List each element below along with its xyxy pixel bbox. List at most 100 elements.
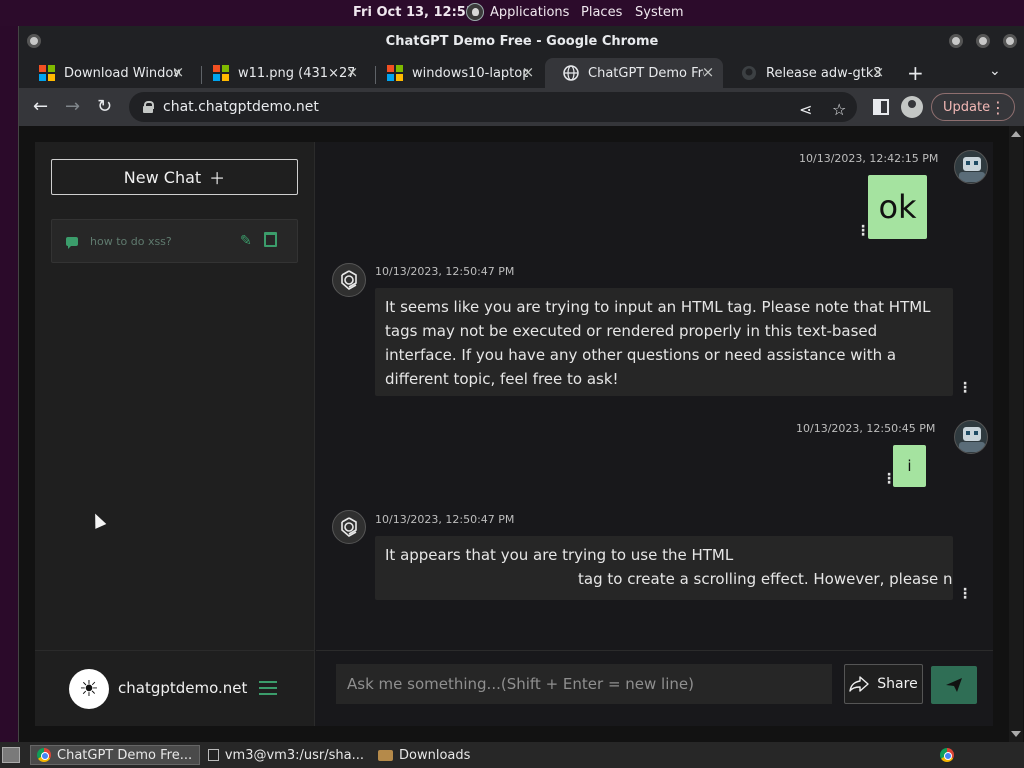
lock-icon[interactable]: [143, 101, 154, 113]
taskbar-item-downloads[interactable]: Downloads: [372, 745, 482, 765]
hamburger-menu-icon[interactable]: [259, 681, 277, 695]
message-menu-icon[interactable]: ⋮: [856, 224, 870, 238]
tab-title: windows10-laptop: [412, 65, 528, 81]
tab-title: ChatGPT Demo Fre: [588, 65, 704, 81]
window-title: ChatGPT Demo Free - Google Chrome: [385, 33, 659, 49]
message-menu-icon[interactable]: ⋮: [958, 587, 972, 601]
close-tab-icon[interactable]: ×: [171, 65, 185, 80]
terminal-icon: [208, 749, 219, 761]
close-tab-icon[interactable]: ×: [871, 65, 885, 80]
chat-app: New Chat ＋ how to do xss? ✎ ☀ chatgptdem…: [35, 142, 993, 726]
browser-window: ChatGPT Demo Free - Google Chrome Downlo…: [18, 26, 1024, 742]
gnome-foot-icon: [466, 3, 484, 21]
share-label: Share: [877, 676, 918, 692]
assistant-message-text-line1: It appears that you are trying to use th…: [385, 546, 734, 564]
window-titlebar[interactable]: ChatGPT Demo Free - Google Chrome: [19, 26, 1024, 56]
chat-sidebar: New Chat ＋ how to do xss? ✎ ☀ chatgptdem…: [35, 142, 315, 726]
message-menu-icon[interactable]: ⋮: [882, 472, 896, 486]
bookmark-star-icon[interactable]: ☆: [832, 100, 846, 119]
new-chat-label: New Chat: [123, 167, 202, 187]
assistant-avatar-openai-icon: [332, 510, 366, 544]
system-menu[interactable]: System: [635, 5, 683, 20]
tab-search-chevron-icon[interactable]: ⌄: [989, 63, 1001, 79]
scroll-down-arrow[interactable]: [1011, 731, 1021, 737]
taskbar-label: Downloads: [399, 747, 471, 763]
tab-chatgpt-demo[interactable]: ChatGPT Demo Fre ×: [545, 58, 723, 88]
page-scrollbar[interactable]: [1009, 126, 1023, 742]
assistant-message-text-line2: tag to create a scrolling effect. Howeve…: [578, 570, 953, 588]
taskbar-item-terminal[interactable]: vm3@vm3:/usr/sha...: [202, 745, 370, 765]
close-tab-icon[interactable]: ×: [521, 65, 535, 80]
prompt-input[interactable]: [336, 664, 832, 704]
forward-arrow-icon[interactable]: →: [65, 96, 80, 117]
tab-download-windows[interactable]: Download Window ×: [21, 58, 193, 88]
message-timestamp: 10/13/2023, 12:50:47 PM: [375, 513, 515, 526]
applications-label: Applications: [490, 4, 570, 20]
user-avatar: [954, 420, 988, 454]
close-window-icon[interactable]: [1003, 34, 1017, 48]
assistant-message: It appears that you are trying to use th…: [375, 536, 953, 600]
sidebar-footer: ☀ chatgptdemo.net: [35, 650, 315, 726]
minimize-icon[interactable]: [949, 34, 963, 48]
assistant-avatar-openai-icon: [332, 263, 366, 297]
send-icon: [946, 678, 962, 692]
back-arrow-icon[interactable]: ←: [33, 96, 48, 117]
tab-w11-png[interactable]: w11.png (431×270) ×: [195, 58, 367, 88]
tab-release-adw-gtk3[interactable]: Release adw-gtk3 ×: [723, 58, 893, 88]
new-chat-button[interactable]: New Chat ＋: [51, 159, 298, 195]
microsoft-logo-icon: [387, 65, 403, 81]
microsoft-logo-icon: [213, 65, 229, 81]
message-timestamp: 10/13/2023, 12:50:45 PM: [796, 422, 936, 435]
theme-toggle-sun-icon[interactable]: ☀: [69, 669, 109, 709]
maximize-icon[interactable]: [976, 34, 990, 48]
share-button[interactable]: Share: [844, 664, 923, 704]
window-menu-icon[interactable]: [27, 34, 41, 48]
applications-menu[interactable]: Applications: [466, 3, 569, 21]
user-avatar: [954, 150, 988, 184]
profile-avatar-icon[interactable]: [901, 96, 923, 118]
update-button[interactable]: Update ⋮: [931, 93, 1015, 121]
top-panel: Fri Oct 13, 12:53 Applications Places Sy…: [0, 0, 1024, 26]
site-name: chatgptdemo.net: [118, 679, 248, 697]
assistant-message-text: It seems like you are trying to input an…: [385, 298, 931, 388]
reload-icon[interactable]: ↻: [97, 96, 112, 117]
chrome-icon: [37, 748, 51, 762]
user-message-text: i: [907, 457, 912, 475]
microsoft-logo-icon: [39, 65, 55, 81]
taskbar-label: ChatGPT Demo Fre...: [57, 747, 193, 763]
scroll-up-arrow[interactable]: [1011, 131, 1021, 137]
chrome-menu-icon[interactable]: ⋮: [990, 98, 1006, 117]
composer: Share: [316, 650, 993, 726]
update-label: Update: [943, 99, 991, 115]
user-message: i: [893, 445, 926, 487]
github-icon: [741, 65, 757, 81]
share-arrow-icon: [849, 676, 869, 692]
message-timestamp: 10/13/2023, 12:42:15 PM: [799, 152, 939, 165]
assistant-message: It seems like you are trying to input an…: [375, 288, 953, 396]
taskbar: ChatGPT Demo Fre... vm3@vm3:/usr/sha... …: [0, 742, 1024, 768]
new-tab-icon[interactable]: +: [907, 61, 924, 85]
chat-history-item[interactable]: how to do xss? ✎: [51, 219, 298, 263]
places-menu[interactable]: Places: [581, 5, 622, 20]
message-menu-icon[interactable]: ⋮: [958, 381, 972, 395]
chat-bubble-icon: [66, 236, 78, 249]
side-panel-icon[interactable]: [873, 99, 889, 115]
edit-pencil-icon[interactable]: ✎: [240, 233, 252, 249]
tab-title: Release adw-gtk3: [766, 65, 882, 81]
folder-icon: [378, 749, 393, 761]
taskbar-item-chrome[interactable]: ChatGPT Demo Fre...: [30, 745, 200, 765]
send-button[interactable]: [931, 666, 977, 704]
close-tab-icon[interactable]: ×: [345, 65, 359, 80]
trash-icon[interactable]: [264, 232, 277, 247]
tab-windows10-laptop[interactable]: windows10-laptop ×: [369, 58, 543, 88]
message-timestamp: 10/13/2023, 12:50:47 PM: [375, 265, 515, 278]
tab-title: w11.png (431×270): [238, 65, 354, 81]
show-desktop-icon[interactable]: [2, 747, 20, 763]
user-message: ok: [868, 175, 927, 239]
panel-clock[interactable]: Fri Oct 13, 12:53: [353, 5, 475, 20]
chrome-tray-icon[interactable]: [940, 748, 954, 762]
page-viewport: New Chat ＋ how to do xss? ✎ ☀ chatgptdem…: [19, 126, 1024, 742]
address-bar[interactable]: chat.chatgptdemo.net ⋖ ☆: [129, 92, 857, 122]
close-tab-icon[interactable]: ×: [701, 65, 715, 80]
share-page-icon[interactable]: ⋖: [799, 100, 812, 119]
